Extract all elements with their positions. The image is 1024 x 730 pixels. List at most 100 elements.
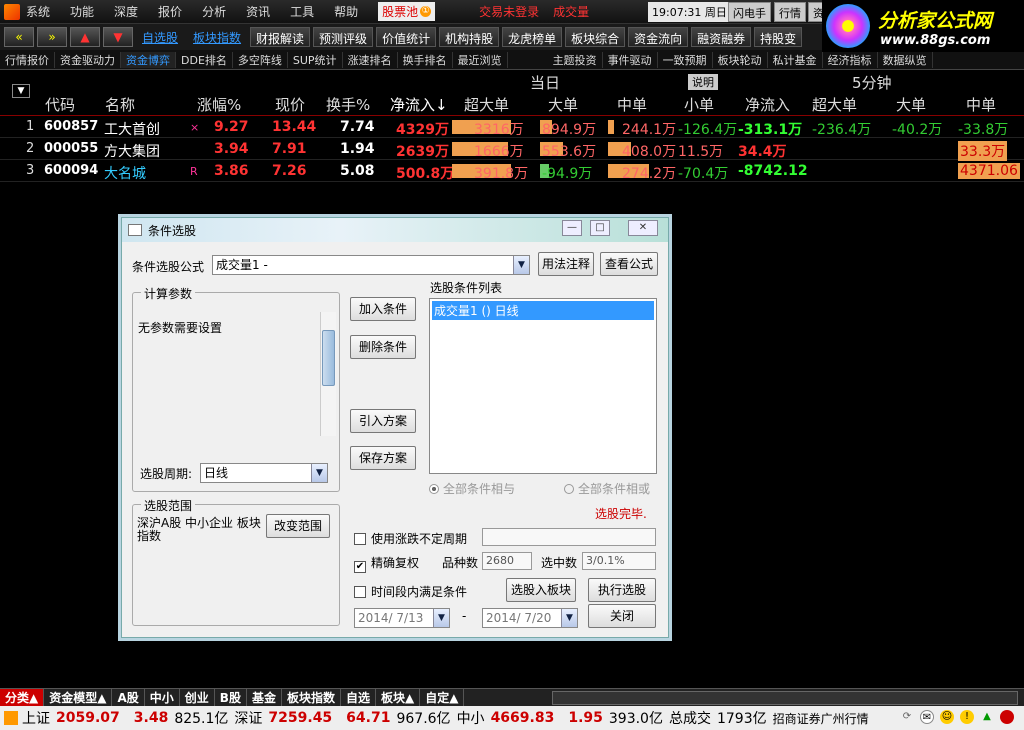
date-to-picker[interactable]: 2014/ 7/20 ▼	[482, 608, 578, 628]
bottom-tab-sector-index[interactable]: 板块指数	[282, 689, 341, 706]
date-from-picker[interactable]: 2014/ 7/13 ▼	[354, 608, 450, 628]
col-net-inflow-5m[interactable]: 净流入	[745, 94, 790, 115]
tab-event[interactable]: 事件驱动	[603, 51, 658, 68]
table-row[interactable]: 3 600094 大名城 R 3.86 7.26 5.08 500.8万 -8742.12 391…	[0, 160, 1024, 182]
col-large[interactable]: 大单	[548, 94, 578, 115]
bottom-tab-chinext[interactable]: 创业	[180, 689, 215, 706]
chevron-down-icon[interactable]: ▼	[433, 609, 449, 627]
close-button[interactable]: 关闭	[588, 604, 656, 628]
add-condition-button[interactable]: 加入条件	[350, 297, 416, 321]
zx-label[interactable]: 中小	[457, 708, 485, 728]
bottom-tab-sme[interactable]: 中小	[145, 689, 180, 706]
tab-consensus[interactable]: 一致预期	[658, 51, 713, 68]
exact-adjust-checkbox[interactable]: ✔ 精确复权	[354, 554, 419, 573]
prev-page-button[interactable]: «	[4, 27, 34, 47]
alert-icon[interactable]: !	[960, 710, 974, 724]
sz-label[interactable]: 深证	[234, 708, 262, 728]
toolbar-button-dragon[interactable]: 龙虎榜单	[502, 27, 563, 47]
col-medium-5m[interactable]: 中单	[966, 94, 996, 115]
params-scrollbar[interactable]	[320, 312, 336, 436]
sort-dropdown-icon[interactable]: ▼	[12, 84, 30, 98]
maximize-icon[interactable]: □	[590, 220, 610, 236]
menu-analysis[interactable]: 分析	[202, 3, 226, 20]
connection-icon[interactable]	[1000, 710, 1014, 724]
bottom-tab-b-share[interactable]: B股	[215, 689, 247, 706]
header-note-button[interactable]: 说明	[688, 74, 718, 90]
tab-private-fund[interactable]: 私计基金	[768, 51, 823, 68]
next-page-button[interactable]: »	[37, 27, 67, 47]
tab-sup[interactable]: SUP统计	[288, 51, 343, 68]
down-button[interactable]: ▼	[103, 27, 133, 47]
bottom-tab-a-share[interactable]: A股	[112, 689, 145, 706]
login-status[interactable]: 交易未登录	[479, 3, 539, 20]
menu-help[interactable]: 帮助	[334, 3, 358, 20]
bottom-tab-category[interactable]: 分类▲	[0, 689, 45, 706]
toolbar-button-report[interactable]: 财报解读	[250, 27, 311, 47]
tab-quote[interactable]: 行情报价	[0, 51, 55, 68]
horizontal-scrollbar[interactable]	[552, 691, 1018, 705]
tab-theme[interactable]: 主题投资	[548, 51, 603, 68]
sh-label[interactable]: 上证	[22, 708, 50, 728]
col-change[interactable]: 涨幅%	[197, 94, 241, 115]
formula-select[interactable]: 成交量1 - ▼	[212, 255, 530, 275]
dialog-titlebar[interactable]: 条件选股 — □ ✕	[122, 218, 668, 242]
chevron-down-icon[interactable]: ▼	[513, 256, 529, 274]
period-select[interactable]: 日线 ▼	[200, 463, 328, 483]
col-code[interactable]: 代码	[45, 94, 75, 115]
menu-news[interactable]: 资讯	[246, 3, 270, 20]
smiley-icon[interactable]: ☺	[940, 710, 954, 724]
usage-notes-button[interactable]: 用法注释	[538, 252, 594, 276]
menu-function[interactable]: 功能	[70, 3, 94, 20]
col-large-5m[interactable]: 大单	[896, 94, 926, 115]
toolbar-button-sector[interactable]: 板块综合	[565, 27, 626, 47]
col-net-inflow[interactable]: 净流入↓	[390, 94, 448, 115]
chevron-down-icon[interactable]: ▼	[311, 464, 327, 482]
radio-all-or[interactable]: 全部条件相或	[564, 480, 650, 497]
col-medium[interactable]: 中单	[617, 94, 647, 115]
col-name[interactable]: 名称	[105, 94, 135, 115]
time-range-checkbox[interactable]: 时间段内满足条件	[354, 583, 467, 600]
table-row[interactable]: 1 600857 工大首创 × 9.27 13.44 7.74 4329万 -313.1万 331…	[0, 116, 1024, 138]
tab-dde[interactable]: DDE排名	[176, 51, 233, 68]
bottom-tab-custom[interactable]: 自定▲	[420, 689, 465, 706]
toolbar-button-rating[interactable]: 预测评级	[313, 27, 374, 47]
tab-speed[interactable]: 涨速排名	[343, 51, 398, 68]
sector-index-link[interactable]: 板块指数	[187, 29, 247, 46]
tab-fund-drive[interactable]: 资金驱动力	[55, 51, 121, 68]
delete-condition-button[interactable]: 删除条件	[350, 335, 416, 359]
col-xlarge[interactable]: 超大单	[464, 94, 509, 115]
view-formula-button[interactable]: 查看公式	[600, 252, 658, 276]
minimize-icon[interactable]: —	[562, 220, 582, 236]
flash-trade-button[interactable]: 闪电手	[728, 2, 771, 22]
add-to-block-button[interactable]: 选股入板块	[506, 578, 576, 602]
tab-economy[interactable]: 经济指标	[823, 51, 878, 68]
close-icon[interactable]: ✕	[628, 220, 658, 236]
tab-turnover[interactable]: 换手排名	[398, 51, 453, 68]
menu-depth[interactable]: 深度	[114, 3, 138, 20]
bottom-tab-block[interactable]: 板块▲	[376, 689, 421, 706]
toolbar-button-institution[interactable]: 机构持股	[439, 27, 500, 47]
radio-all-and[interactable]: 全部条件相与	[429, 480, 515, 497]
tab-long-short[interactable]: 多空阵线	[233, 51, 288, 68]
mail-icon[interactable]: ✉	[920, 710, 934, 724]
toolbar-button-value[interactable]: 价值统计	[376, 27, 437, 47]
tab-rotation[interactable]: 板块轮动	[713, 51, 768, 68]
signal-icon[interactable]: ▲	[980, 710, 994, 724]
import-scheme-button[interactable]: 引入方案	[350, 409, 416, 433]
save-scheme-button[interactable]: 保存方案	[350, 446, 416, 470]
toolbar-button-margin[interactable]: 融资融券	[691, 27, 752, 47]
col-turnover[interactable]: 换手%	[326, 94, 370, 115]
tab-recent[interactable]: 最近浏览	[453, 51, 508, 68]
quote-button[interactable]: 行情	[774, 2, 806, 22]
watchlist-link[interactable]: 自选股	[136, 29, 184, 46]
toolbar-button-holdings[interactable]: 持股变	[754, 27, 803, 47]
toolbar-button-flow[interactable]: 资金流向	[628, 27, 689, 47]
menu-quote[interactable]: 报价	[158, 3, 182, 20]
up-button[interactable]: ▲	[70, 27, 100, 47]
condition-list[interactable]: 成交量1 () 日线	[429, 298, 657, 474]
col-small[interactable]: 小单	[684, 94, 714, 115]
list-item[interactable]: 成交量1 () 日线	[432, 301, 654, 320]
tab-fund-game[interactable]: 资金博弈	[121, 51, 176, 68]
col-price[interactable]: 现价	[275, 94, 305, 115]
menu-tools[interactable]: 工具	[290, 3, 314, 20]
